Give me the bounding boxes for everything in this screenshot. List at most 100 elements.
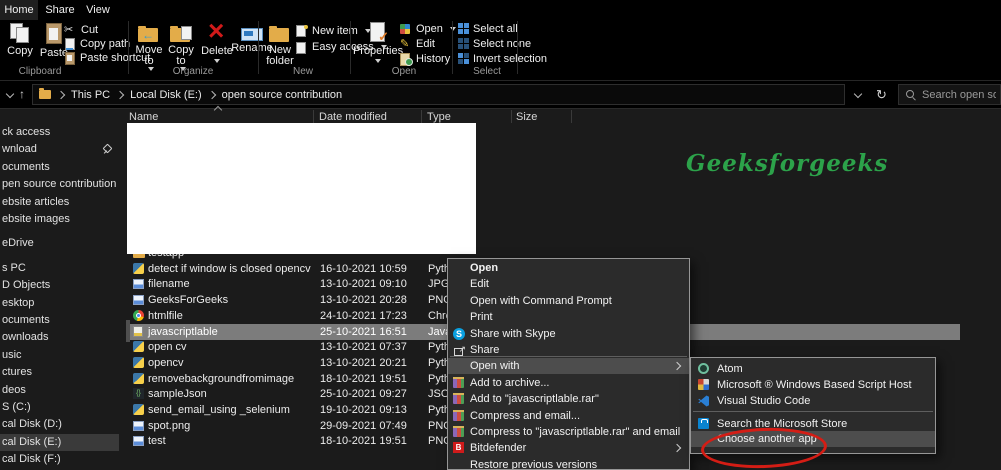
- cut-button[interactable]: Cut: [64, 23, 98, 36]
- json-icon: [133, 388, 144, 399]
- menu-item[interactable]: Add to "javascriptlable.rar": [448, 391, 689, 407]
- menu-item-label: Add to archive...: [470, 377, 550, 389]
- sidebar-item[interactable]: pen source contribution: [0, 176, 119, 193]
- properties-button[interactable]: Properties: [353, 22, 403, 63]
- history-button[interactable]: History: [400, 52, 450, 66]
- menu-item[interactable]: Open with Command Prompt: [448, 293, 689, 309]
- invert-selection-icon: [458, 53, 469, 64]
- sidebar-item[interactable]: cal Disk (F:): [0, 451, 119, 468]
- open-button[interactable]: Open: [400, 22, 456, 35]
- tab-share[interactable]: Share: [40, 0, 80, 20]
- menu-item-label: Open with Command Prompt: [470, 295, 612, 307]
- move-to-label: Move to: [135, 44, 163, 67]
- menu-item[interactable]: Share with Skype: [448, 326, 689, 342]
- properties-label: Properties: [352, 45, 404, 57]
- ribbon-separator: [452, 21, 453, 74]
- sidebar-item[interactable]: eDrive: [0, 235, 119, 252]
- breadcrumb-item[interactable]: Local Disk (E:): [130, 89, 202, 101]
- sidebar-item[interactable]: deos: [0, 382, 119, 399]
- refresh-icon[interactable]: ↻: [876, 87, 887, 103]
- select-all-button[interactable]: Select all: [458, 22, 518, 35]
- menu-item-label: Microsoft ® Windows Based Script Host: [717, 379, 912, 391]
- column-header-type[interactable]: Type: [427, 111, 451, 123]
- select-none-button[interactable]: Select none: [458, 37, 531, 50]
- menu-item[interactable]: Compress to "javascriptlable.rar" and em…: [448, 424, 689, 440]
- bitdefender-icon: [453, 442, 464, 453]
- menu-item-label: Bitdefender: [470, 442, 527, 454]
- sidebar-scrollbar-thumb[interactable]: [126, 320, 130, 342]
- file-name: opencv: [148, 357, 184, 369]
- menu-item[interactable]: Edit: [448, 276, 689, 292]
- sidebar-item-label: s PC: [2, 262, 26, 274]
- breadcrumb-item[interactable]: open source contribution: [222, 89, 342, 101]
- sidebar-item[interactable]: S (C:): [0, 399, 119, 416]
- menu-item[interactable]: Compress and email...: [448, 408, 689, 424]
- wsh-icon: [698, 379, 709, 390]
- menu-item[interactable]: Print: [448, 309, 689, 325]
- pin-icon: [101, 144, 111, 154]
- sidebar-item[interactable]: wnload: [0, 141, 119, 158]
- winrar-icon: [453, 393, 464, 404]
- tab-home[interactable]: Home: [0, 0, 38, 20]
- menu-item[interactable]: Bitdefender: [448, 440, 689, 456]
- menu-item[interactable]: Microsoft ® Windows Based Script Host: [691, 377, 935, 393]
- address-dropdown-chevron-icon[interactable]: [853, 89, 863, 99]
- copy-to-button[interactable]: Copy to: [166, 22, 196, 71]
- sidebar-item[interactable]: ck access: [0, 124, 119, 141]
- image-icon: [133, 421, 144, 431]
- menu-item[interactable]: Atom: [691, 361, 935, 377]
- tab-view[interactable]: View: [80, 0, 116, 20]
- copy-button[interactable]: Copy: [4, 22, 36, 57]
- sidebar-item[interactable]: ebsite articles: [0, 194, 119, 211]
- menu-item[interactable]: Search the Microsoft Store: [691, 416, 935, 432]
- menu-item[interactable]: Visual Studio Code: [691, 393, 935, 409]
- menu-item[interactable]: Restore previous versions: [448, 457, 689, 469]
- menu-item-label: Open: [470, 262, 499, 274]
- sidebar-item[interactable]: cal Disk (E:): [0, 434, 119, 451]
- easy-access-icon: [296, 41, 308, 54]
- column-header-date-modified[interactable]: Date modified: [319, 111, 387, 123]
- file-name: send_email_using _selenium: [148, 404, 290, 416]
- column-divider[interactable]: [511, 110, 512, 123]
- breadcrumb[interactable]: This PC Local Disk (E:) open source cont…: [32, 84, 845, 105]
- sidebar-item[interactable]: s PC: [0, 260, 119, 277]
- move-to-button[interactable]: ← Move to: [134, 22, 164, 71]
- column-divider[interactable]: [571, 110, 572, 123]
- select-none-label: Select none: [473, 37, 532, 50]
- sidebar-item[interactable]: ocuments: [0, 159, 119, 176]
- sidebar-item-label: ebsite images: [2, 213, 70, 225]
- sidebar-item-label: deos: [2, 384, 26, 396]
- paste-shortcut-icon: [64, 51, 76, 65]
- search-input[interactable]: [922, 88, 996, 101]
- up-arrow-icon[interactable]: ↑: [19, 87, 25, 101]
- copy-to-icon: [170, 26, 192, 43]
- sidebar-item[interactable]: esktop: [0, 295, 119, 312]
- new-folder-button[interactable]: New folder: [264, 22, 296, 67]
- column-divider[interactable]: [313, 110, 314, 123]
- sidebar-item[interactable]: ownloads: [0, 329, 119, 346]
- column-divider[interactable]: [421, 110, 422, 123]
- sidebar-item[interactable]: ocuments: [0, 312, 119, 329]
- edit-button[interactable]: Edit: [400, 37, 435, 50]
- menu-item-label: Share with Skype: [470, 328, 556, 340]
- recent-locations-chevron-icon[interactable]: [5, 89, 15, 99]
- column-header-name[interactable]: Name: [129, 111, 158, 123]
- breadcrumb-item[interactable]: This PC: [71, 89, 110, 101]
- sidebar-item[interactable]: usic: [0, 347, 119, 364]
- menu-item[interactable]: Open with: [448, 358, 689, 374]
- copy-path-button[interactable]: Copy path: [64, 37, 130, 50]
- invert-selection-button[interactable]: Invert selection: [458, 52, 547, 65]
- menu-item[interactable]: Open: [448, 260, 689, 276]
- sidebar-item[interactable]: ctures: [0, 364, 119, 381]
- sidebar-item[interactable]: D Objects: [0, 277, 119, 294]
- dropdown-arrow-icon: [375, 59, 381, 63]
- image-icon: [133, 436, 144, 446]
- column-header-size[interactable]: Size: [516, 111, 537, 123]
- python-icon: [133, 263, 144, 274]
- sidebar-item[interactable]: ebsite images: [0, 211, 119, 228]
- rename-icon: [241, 27, 263, 41]
- sidebar-item[interactable]: cal Disk (D:): [0, 416, 119, 433]
- new-folder-icon: [269, 25, 291, 43]
- menu-item[interactable]: Add to archive...: [448, 375, 689, 391]
- file-date-modified: 25-10-2021 16:51: [320, 326, 407, 338]
